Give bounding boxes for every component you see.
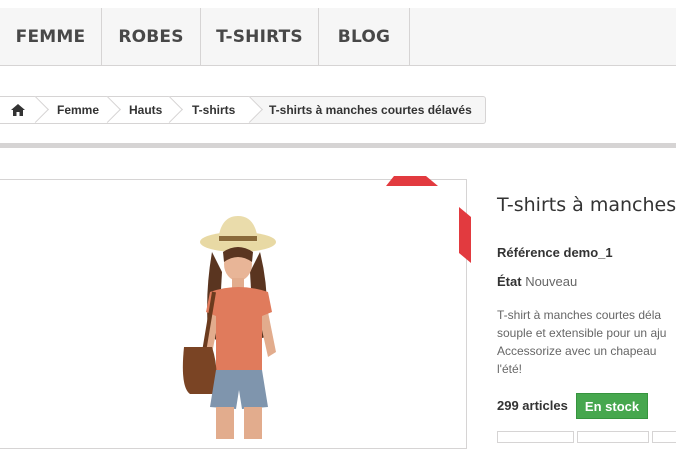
action-button[interactable] (577, 431, 649, 443)
new-ribbon-side (459, 207, 471, 263)
menu-item-tshirts[interactable]: T-SHIRTS (201, 8, 319, 65)
action-button[interactable] (652, 431, 676, 443)
product-photo[interactable] (150, 212, 300, 439)
condition-value: Nouveau (525, 274, 578, 289)
new-ribbon-top (386, 176, 438, 186)
stock-badge: En stock (576, 393, 648, 419)
condition-label: État (497, 274, 522, 289)
breadcrumb-label: Femme (57, 103, 100, 117)
description-line: Accessorize avec un chapeau (497, 344, 657, 358)
product-description: T-shirt à manches courtes déla souple et… (497, 306, 676, 378)
menu-item-robes[interactable]: ROBES (102, 8, 201, 65)
home-icon (11, 104, 25, 116)
quantity-available: 299 articles (497, 398, 568, 413)
action-button[interactable] (497, 431, 574, 443)
breadcrumb-home[interactable] (0, 97, 36, 123)
breadcrumb: Femme Hauts T-shirts T-shirts à manches … (0, 96, 486, 124)
breadcrumb-current-label: T-shirts à manches courtes délavés (269, 103, 472, 117)
menu-item-blog[interactable]: BLOG (319, 8, 410, 65)
product-condition: État Nouveau (497, 274, 577, 289)
product-title: T-shirts à manches c (497, 194, 676, 216)
menu-item-femme[interactable]: FEMME (0, 8, 102, 65)
description-line: T-shirt à manches courtes déla (497, 308, 662, 322)
breadcrumb-label: Hauts (129, 103, 163, 117)
description-line: souple et extensible pour un aju (497, 326, 667, 340)
reference-value: demo_1 (563, 245, 613, 260)
divider (0, 143, 676, 148)
main-menu: FEMME ROBES T-SHIRTS BLOG (0, 8, 676, 66)
description-line: l'été! (497, 362, 522, 376)
reference-label: Référence (497, 245, 560, 260)
breadcrumb-current: T-shirts à manches courtes délavés (250, 97, 485, 123)
breadcrumb-label: T-shirts (192, 103, 236, 117)
product-reference: Référence demo_1 (497, 245, 613, 260)
